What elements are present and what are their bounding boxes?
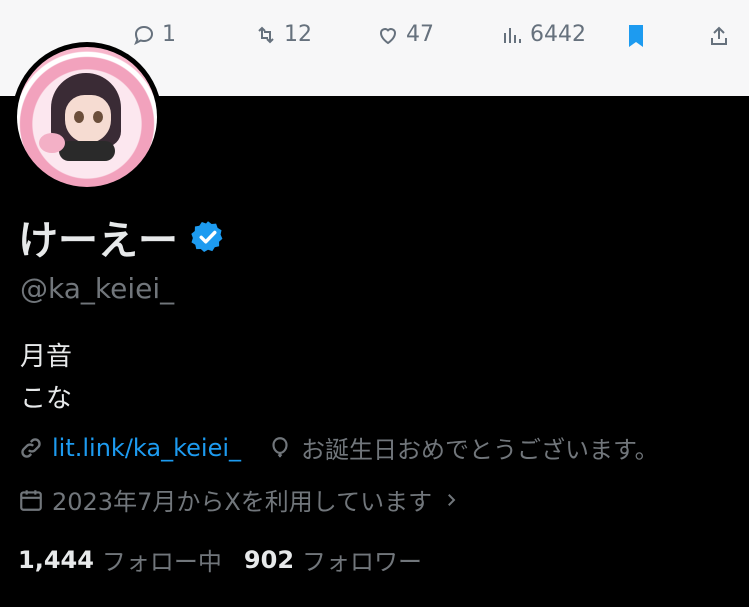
avatar-eye [74,111,84,123]
joined-text: 2023年7月からXを利用しています [52,488,433,516]
share-button[interactable] [705,22,733,50]
link-icon [21,437,41,458]
views-count: 6442 [530,22,586,47]
reply-button[interactable]: 1 [132,22,176,47]
views-icon [504,27,521,43]
avatar-eye [93,111,103,123]
avatar [17,47,157,187]
repost-button[interactable]: 12 [254,22,312,47]
profile-meta-row: lit.link/ka_keiei_ お誕生日おめでとうございます。 [18,430,659,465]
profile-link[interactable]: lit.link/ka_keiei_ [52,434,241,462]
repost-count: 12 [284,22,312,47]
followers-label[interactable]: フォロワー [302,542,422,577]
profile-section: けーえー @ka_keiei_ 月音 こな lit.link/ka_keiei_… [0,42,749,607]
avatar-bow [39,133,65,153]
reply-count: 1 [162,22,176,47]
balloon-icon [272,436,288,457]
like-button[interactable]: 47 [376,22,434,47]
calendar-icon [20,489,42,511]
display-name: けーえー [18,218,178,264]
bio-line: 月音 [20,342,73,372]
verified-badge-icon[interactable] [190,219,226,255]
chevron-right-icon [448,493,456,506]
user-handle: @ka_keiei_ [20,272,175,305]
repost-icon [258,26,274,43]
avatar-button[interactable] [12,42,162,192]
like-count: 47 [406,22,434,47]
following-count[interactable]: 1,444 [18,546,94,574]
reply-icon [134,25,154,45]
followers-count[interactable]: 902 [244,546,294,574]
views-button[interactable]: 6442 [500,22,586,47]
avatar-face [65,95,111,143]
bookmark-icon [629,25,643,47]
joined-row[interactable]: 2023年7月からXを利用しています [18,482,468,517]
following-label[interactable]: フォロー中 [102,542,222,577]
bookmark-button[interactable] [622,22,650,50]
follow-stats: 1,444 フォロー中 902 フォロワー [18,542,444,577]
profile-name-row: けーえー [18,208,226,266]
share-icon [711,26,727,45]
avatar-scarf [59,141,115,161]
bio-line: こな [20,384,73,414]
birthday-text: お誕生日おめでとうございます。 [301,436,659,464]
heart-icon [379,27,397,44]
